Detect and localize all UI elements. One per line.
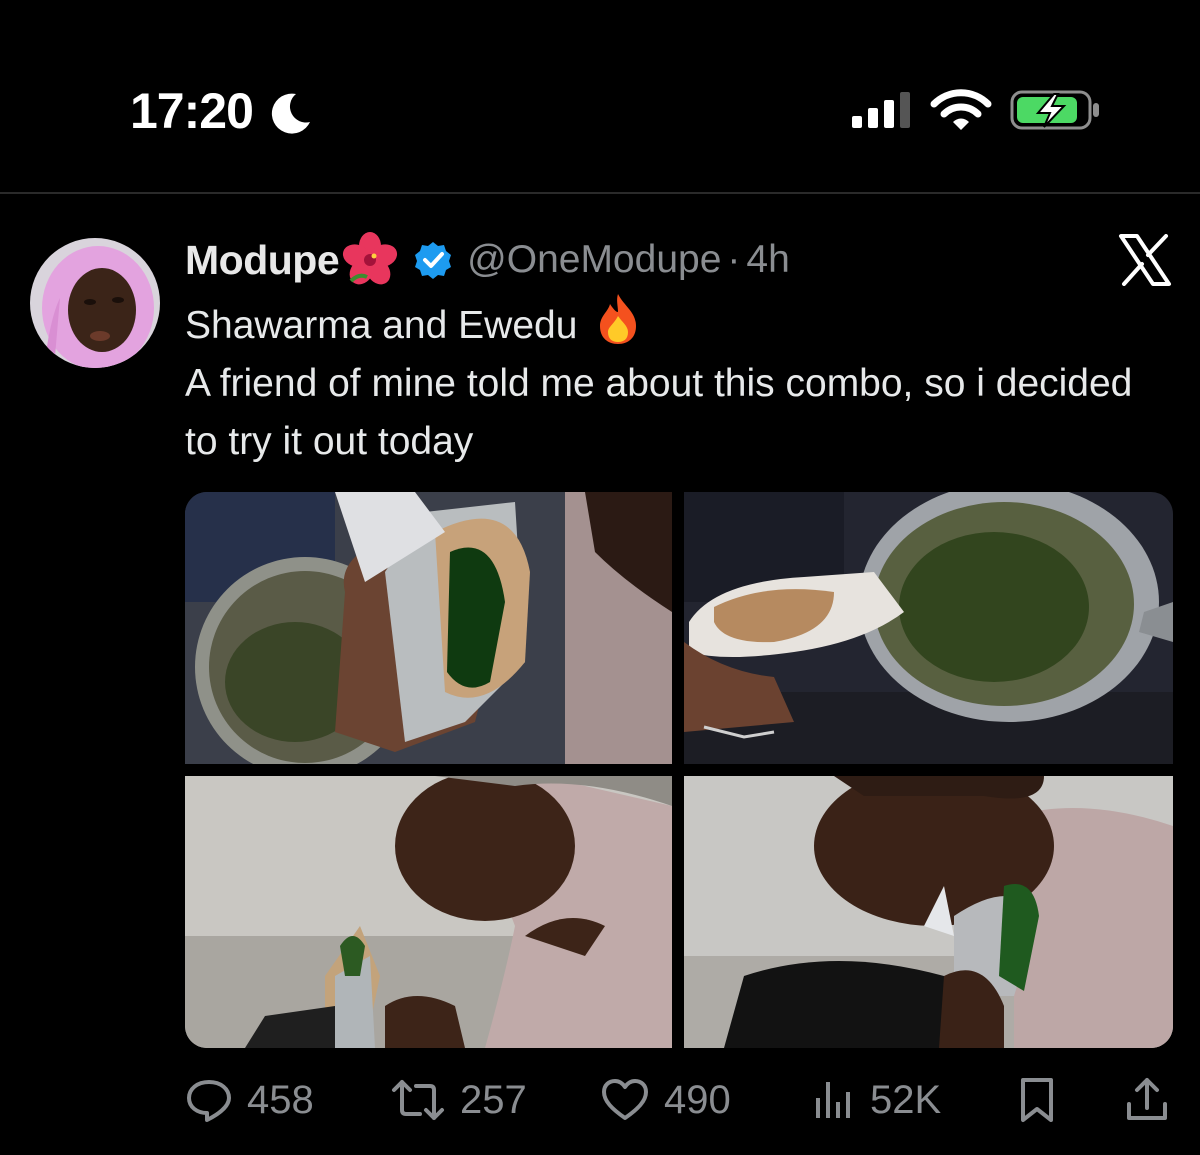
photo-shawarma-and-pot-of-ewedu[interactable] (684, 492, 1173, 764)
share-icon (1127, 1078, 1167, 1120)
views-button[interactable]: 52K (812, 1070, 941, 1130)
like-button[interactable]: 490 (600, 1070, 731, 1130)
avatar[interactable] (30, 238, 160, 368)
repost-count: 257 (460, 1077, 527, 1122)
cellular-signal-icon (852, 92, 910, 128)
status-time: 17:20 (130, 83, 254, 139)
tweet[interactable]: Modupe @OneModupe · 4h Shawarma and Ewed… (0, 194, 1200, 1155)
bookmark-icon (1021, 1078, 1053, 1122)
share-button[interactable] (1123, 1070, 1185, 1130)
repost-icon (392, 1080, 444, 1120)
tweet-text: Shawarma and Ewedu A friend of mine told… (185, 292, 1175, 471)
photo-shawarma-over-ewedu-pot[interactable] (185, 492, 672, 764)
photo-woman-eating-shawarma[interactable] (684, 776, 1173, 1048)
tweet-age[interactable]: 4h (746, 238, 789, 282)
tweet-actions: 458 257 490 52K (185, 1070, 1175, 1130)
avatar-image (30, 238, 160, 368)
views-chart-icon (816, 1082, 850, 1118)
hibiscus-icon (343, 232, 398, 285)
reply-count: 458 (247, 1077, 314, 1122)
repost-button[interactable]: 257 (390, 1070, 527, 1130)
photo-woman-holding-shawarma[interactable] (185, 776, 672, 1048)
header-separator: · (727, 238, 741, 281)
moon-icon (271, 93, 310, 134)
media-grid (185, 492, 1173, 1048)
reply-icon (187, 1080, 231, 1122)
tweet-header: Modupe @OneModupe · 4h (185, 232, 790, 288)
user-handle[interactable]: @OneModupe (467, 238, 721, 282)
like-count: 490 (664, 1077, 731, 1122)
heart-icon (602, 1079, 648, 1120)
views-count: 52K (870, 1077, 942, 1122)
fire-icon (600, 294, 637, 344)
battery-charging-icon (1010, 90, 1099, 130)
tweet-text-body: A friend of mine told me about this comb… (185, 362, 1133, 463)
tweet-text-line-1: Shawarma and Ewedu (185, 292, 1175, 355)
x-logo-icon[interactable] (1118, 234, 1172, 286)
bookmark-button[interactable] (1017, 1070, 1071, 1130)
display-name[interactable]: Modupe (185, 237, 340, 284)
reply-button[interactable]: 458 (185, 1070, 314, 1130)
wifi-icon (930, 89, 992, 130)
tweet-text-heading: Shawarma and Ewedu (185, 304, 578, 347)
verified-badge-icon (415, 242, 452, 279)
status-bar: 17:20 (0, 0, 1200, 192)
